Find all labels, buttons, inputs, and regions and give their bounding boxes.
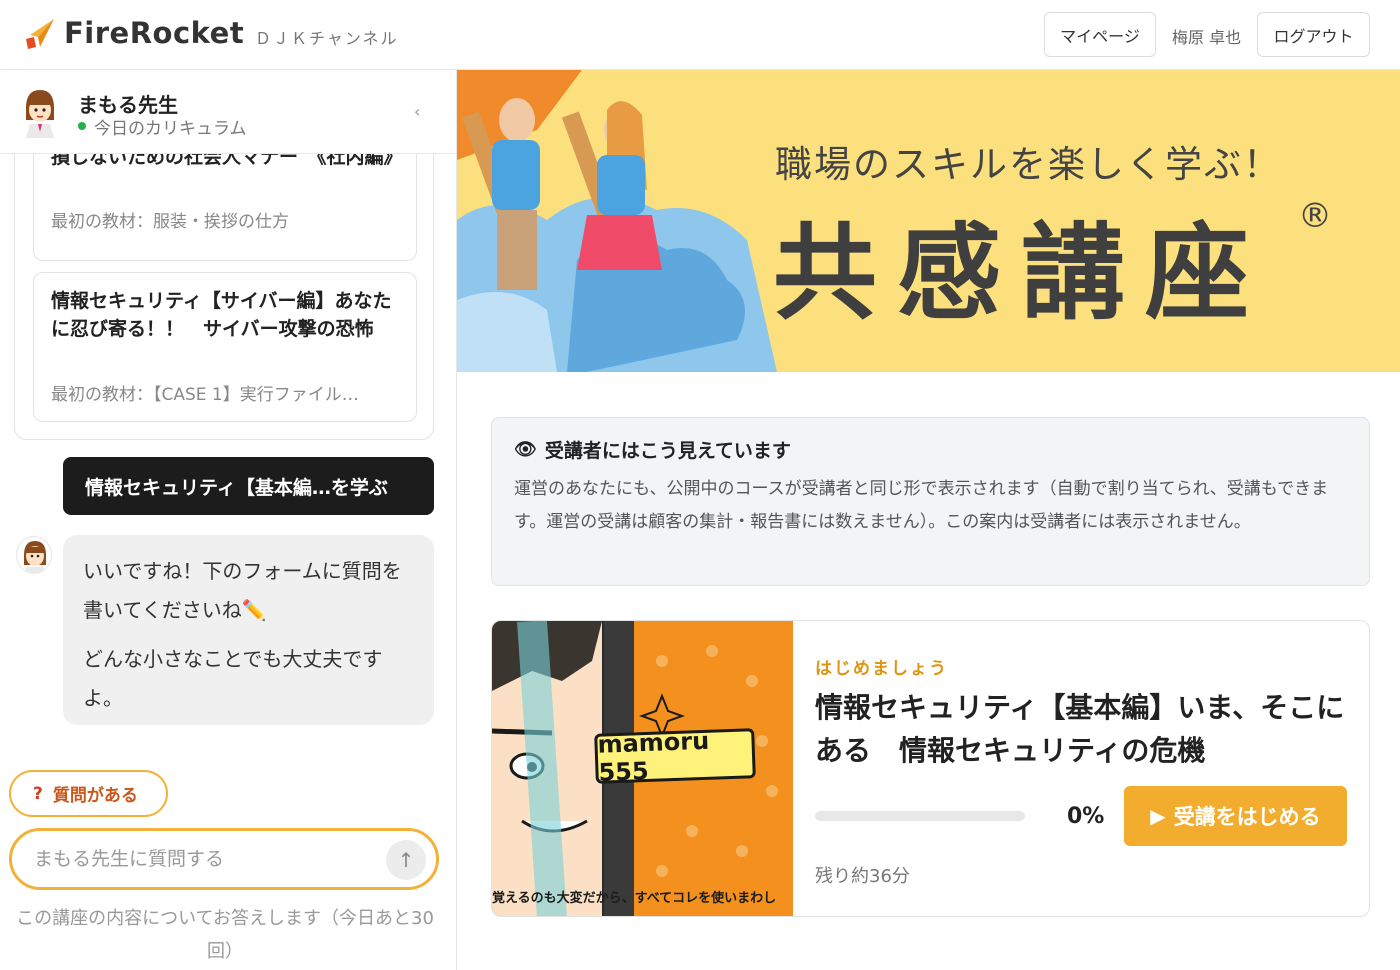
registered-mark: ® (1298, 196, 1332, 236)
course-card-cyber[interactable]: 情報セキュリティ【サイバー編】あなたに忍び寄る！！ サイバー攻撃の恐怖 最初の教… (33, 272, 417, 422)
collapse-sidebar-icon[interactable]: ‹ (414, 102, 420, 121)
remaining-time: 残り約36分 (815, 866, 910, 887)
ask-question-field[interactable]: ↑ (9, 828, 439, 890)
course-card-first-material: 最初の教材：服装・挨拶の仕方 (51, 212, 289, 232)
notice-title-row: 👁 受講者にはこう見えています (514, 436, 1347, 463)
course-thumbnail[interactable]: mamoru 555 覚えるのも大変だから、すべてコレを使いまわし (492, 621, 793, 916)
curriculum-list: 損しないための社会人マナー 《社内編》 最初の教材：服装・挨拶の仕方 情報セキュ… (14, 120, 434, 440)
course-progress-percent: 0% (1067, 804, 1105, 829)
send-icon[interactable]: ↑ (386, 840, 426, 880)
course-card[interactable]: mamoru 555 覚えるのも大変だから、すべてコレを使いまわし はじめましょ… (491, 620, 1370, 917)
thumbnail-caption: 覚えるのも大変だから、すべてコレを使いまわし (492, 891, 777, 906)
ask-question-input[interactable] (34, 846, 374, 872)
remaining-questions-note: この講座の内容についてお答えします（今日あと30回） (16, 908, 434, 962)
bot-message-text: どんな小さなことでも大丈夫ですよ。 (83, 647, 383, 710)
banner-illustration (457, 70, 777, 372)
have-question-button[interactable]: ? 質問がある (9, 770, 168, 817)
notice-title: 受講者にはこう見えています (544, 440, 791, 462)
top-header: FireRocket ＤＪＫチャンネル マイページ 梅原 卓也 ログアウト (0, 0, 1400, 70)
course-card-first-material: 最初の教材：【CASE 1】実行ファイル… (51, 385, 359, 405)
logout-button[interactable]: ログアウト (1257, 12, 1370, 57)
course-title[interactable]: 情報セキュリティ【基本編】いま、そこにある 情報セキュリティの危機 (815, 686, 1345, 772)
bot-message-text: いいですね！下のフォームに質問を書いてくださいね✏️ (83, 559, 402, 622)
rocket-logo-icon[interactable] (24, 17, 56, 51)
course-progress-bar (815, 811, 1025, 821)
online-status-icon (78, 122, 86, 130)
start-course-button[interactable]: ▶ 受講をはじめる (1124, 786, 1347, 846)
teacher-header: まもる先生 今日のカリキュラム ‹ (0, 70, 456, 154)
user-name: 梅原 卓也 (1172, 28, 1242, 47)
thumbnail-title: mamoru 555 (594, 727, 756, 787)
course-card-title: 情報セキュリティ【サイバー編】あなたに忍び寄る！！ サイバー攻撃の恐怖 (51, 290, 392, 340)
course-kicker: はじめましょう (815, 659, 948, 679)
teacher-avatar-icon (18, 86, 62, 138)
banner-title: 共感講座 (773, 212, 1270, 334)
banner-subtitle: 職場のスキルを楽しく学ぶ！ (775, 143, 1282, 186)
mypage-button[interactable]: マイページ (1044, 12, 1156, 57)
course-banner: 職場のスキルを楽しく学ぶ！ 共感講座 ® (457, 70, 1400, 372)
learner-view-notice: 👁 受講者にはこう見えています 運営のあなたにも、公開中のコースが受講者と同じ形… (491, 417, 1370, 586)
chat-sidebar: 損しないための社会人マナー 《社内編》 最初の教材：服装・挨拶の仕方 情報セキュ… (0, 70, 457, 970)
have-question-label: 質問がある (52, 786, 138, 806)
question-mark-icon: ? (33, 783, 43, 804)
bot-message: いいですね！下のフォームに質問を書いてくださいね✏️ どんな小さなことでも大丈夫… (63, 535, 434, 725)
teacher-status: 今日のカリキュラム (94, 119, 247, 139)
notice-body: 運営のあなたにも、公開中のコースが受講者と同じ形で表示されます（自動で割り当てら… (514, 479, 1329, 532)
user-message: 情報セキュリティ【基本編…を学ぶ (63, 457, 434, 515)
start-course-label: 受講をはじめる (1173, 805, 1321, 829)
channel-name: ＤＪＫチャンネル (255, 29, 399, 48)
play-icon: ▶ (1150, 804, 1166, 828)
teacher-avatar-small-icon (16, 536, 52, 574)
eye-icon: 👁 (514, 439, 537, 460)
brand-name[interactable]: FireRocket (64, 16, 244, 50)
